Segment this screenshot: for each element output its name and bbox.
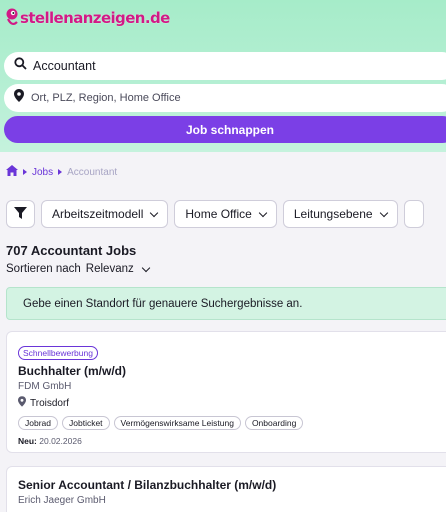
job-card[interactable]: Schnellbewerbung Buchhalter (m/w/d) FDM … <box>6 331 446 453</box>
benefit-tags: Jobrad Jobticket Vermögenswirksame Leist… <box>18 416 440 430</box>
breadcrumb-separator-icon <box>23 169 27 175</box>
sort-control[interactable]: Sortieren nach Relevanz <box>6 263 150 275</box>
breadcrumb: Jobs Accountant <box>6 165 117 179</box>
chevron-down-icon <box>141 263 150 272</box>
benefit-tag: Vermögenswirksame Leistung <box>113 416 241 430</box>
results-count: 707 Accountant Jobs <box>6 243 137 258</box>
funnel-icon <box>14 206 27 222</box>
filter-toggle-button[interactable] <box>6 200 35 228</box>
posting-date: Neu: 20.02.2026 <box>18 436 440 446</box>
posting-date-label: Neu: <box>18 436 37 446</box>
filter-bar: Arbeitszeitmodell Home Office Leitungseb… <box>6 200 424 228</box>
logo-text: stellenanzeigen.de <box>20 9 170 27</box>
benefit-tag: Jobticket <box>62 416 110 430</box>
company-name: Erich Jaeger GmbH <box>18 495 106 506</box>
header: stellenanzeigen.de Accountant Ort, PLZ, … <box>0 0 446 152</box>
job-title[interactable]: Buchhalter (m/w/d) <box>18 364 440 378</box>
sort-label: Sortieren nach <box>6 263 81 275</box>
job-title[interactable]: Senior Accountant / Bilanzbuchhalter (m/… <box>18 478 440 492</box>
chameleon-logo-icon <box>5 7 18 29</box>
filter-label: Leitungsebene <box>293 207 373 221</box>
filter-arbeitszeitmodell[interactable]: Arbeitszeitmodell <box>41 200 169 228</box>
chevron-down-icon <box>379 208 388 217</box>
job-search-value: Accountant <box>33 59 96 73</box>
filter-leitungsebene[interactable]: Leitungsebene <box>282 200 398 228</box>
company-name: FDM GmbH <box>18 381 72 392</box>
location-placeholder: Ort, PLZ, Region, Home Office <box>31 92 181 104</box>
chevron-down-icon <box>258 208 268 217</box>
filter-label: Arbeitszeitmodell <box>52 207 144 221</box>
search-icon <box>14 57 27 75</box>
location-input[interactable]: Ort, PLZ, Region, Home Office <box>4 84 446 112</box>
job-location: Troisdorf <box>18 396 440 410</box>
filter-more[interactable] <box>403 200 424 228</box>
breadcrumb-current: Accountant <box>67 166 118 178</box>
filter-home-office[interactable]: Home Office <box>174 200 277 228</box>
map-pin-icon <box>18 396 26 410</box>
chevron-down-icon <box>150 208 159 217</box>
location-notice: Gebe einen Standort für genauere Sucherg… <box>6 287 446 320</box>
breadcrumb-separator-icon <box>58 169 63 175</box>
posting-date-value: 20.02.2026 <box>39 436 82 446</box>
job-search-input[interactable]: Accountant <box>4 52 446 80</box>
job-location-text: Troisdorf <box>30 397 70 409</box>
logo[interactable]: stellenanzeigen.de <box>5 6 170 30</box>
benefit-tag: Onboarding <box>244 416 304 430</box>
filter-label: Home Office <box>185 207 252 221</box>
job-card[interactable]: Senior Accountant / Bilanzbuchhalter (m/… <box>6 466 446 512</box>
search-submit-button[interactable]: Job schnappen <box>4 116 446 143</box>
home-icon[interactable] <box>6 165 18 179</box>
sort-value: Relevanz <box>85 263 134 275</box>
map-pin-icon <box>14 89 24 107</box>
breadcrumb-jobs[interactable]: Jobs <box>32 167 53 178</box>
quick-apply-badge: Schnellbewerbung <box>18 346 98 360</box>
benefit-tag: Jobrad <box>18 416 58 430</box>
